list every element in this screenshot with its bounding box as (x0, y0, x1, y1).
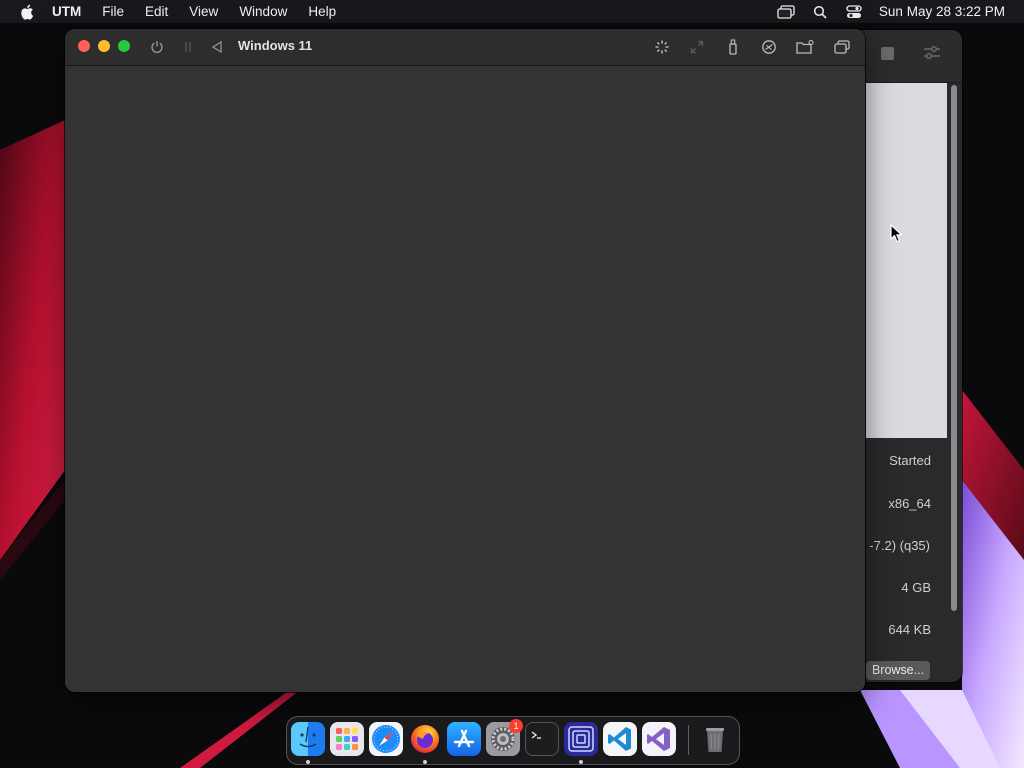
menu-app-name[interactable]: UTM (52, 4, 81, 19)
menu-file[interactable]: File (102, 4, 124, 19)
settings-sliders-icon[interactable] (923, 45, 941, 66)
power-icon[interactable] (148, 38, 166, 56)
minimize-window-button[interactable] (98, 40, 110, 52)
stop-icon[interactable] (881, 47, 894, 60)
resize-icon[interactable] (688, 38, 706, 56)
safari-icon[interactable] (369, 722, 403, 756)
close-window-button[interactable] (78, 40, 90, 52)
utm-running-indicator (579, 760, 583, 764)
dock-divider (688, 725, 689, 755)
terminal-icon[interactable] (525, 722, 559, 756)
apple-menu-icon[interactable] (20, 4, 34, 20)
launchpad-icon[interactable] (330, 722, 364, 756)
screen-mirroring-icon[interactable] (777, 4, 795, 19)
vm-size-value: 644 KB (888, 622, 931, 637)
trash-icon[interactable] (698, 722, 732, 756)
finder-running-indicator (306, 760, 310, 764)
vm-preview-screenshot[interactable] (866, 83, 947, 438)
browse-button[interactable]: Browse... (866, 661, 930, 680)
visual-studio-icon[interactable] (642, 722, 676, 756)
vm-memory-value: 4 GB (901, 580, 931, 595)
vm-machine-value: -7.2) (q35) (869, 538, 930, 553)
menu-help[interactable]: Help (308, 4, 336, 19)
pause-icon[interactable] (179, 38, 197, 56)
vm-architecture-value: x86_64 (888, 496, 931, 511)
menu-bar-clock[interactable]: Sun May 28 3:22 PM (879, 4, 1005, 19)
dock: 1 (286, 716, 740, 765)
spotlight-search-icon[interactable] (811, 5, 829, 19)
zoom-window-button[interactable] (118, 40, 130, 52)
menu-window[interactable]: Window (239, 4, 287, 19)
firefox-running-indicator (423, 760, 427, 764)
capture-input-icon[interactable] (653, 38, 671, 56)
vm-status-value: Started (889, 453, 931, 468)
vertical-scrollbar[interactable] (951, 85, 957, 611)
menu-view[interactable]: View (189, 4, 218, 19)
shared-folder-icon[interactable] (796, 38, 814, 56)
notification-badge: 1 (509, 719, 523, 733)
menu-bar: UTM File Edit View Window Help Sun May 2… (0, 0, 1024, 23)
vm-display-area[interactable] (65, 66, 865, 692)
mouse-cursor-icon (890, 224, 903, 243)
control-center-icon[interactable] (845, 4, 863, 19)
windows-icon[interactable] (833, 38, 851, 56)
firefox-icon[interactable] (408, 722, 442, 756)
drive-icon[interactable] (760, 38, 778, 56)
menu-edit[interactable]: Edit (145, 4, 168, 19)
utm-icon[interactable] (564, 722, 598, 756)
restart-icon[interactable] (208, 38, 226, 56)
vm-window-title: Windows 11 (238, 38, 313, 53)
visual-studio-code-icon[interactable] (603, 722, 637, 756)
usb-icon[interactable] (724, 38, 742, 56)
vm-display-window: Windows 11 (65, 29, 865, 692)
vm-window-titlebar[interactable]: Windows 11 (65, 29, 865, 66)
finder-icon[interactable] (291, 722, 325, 756)
app-store-icon[interactable] (447, 722, 481, 756)
